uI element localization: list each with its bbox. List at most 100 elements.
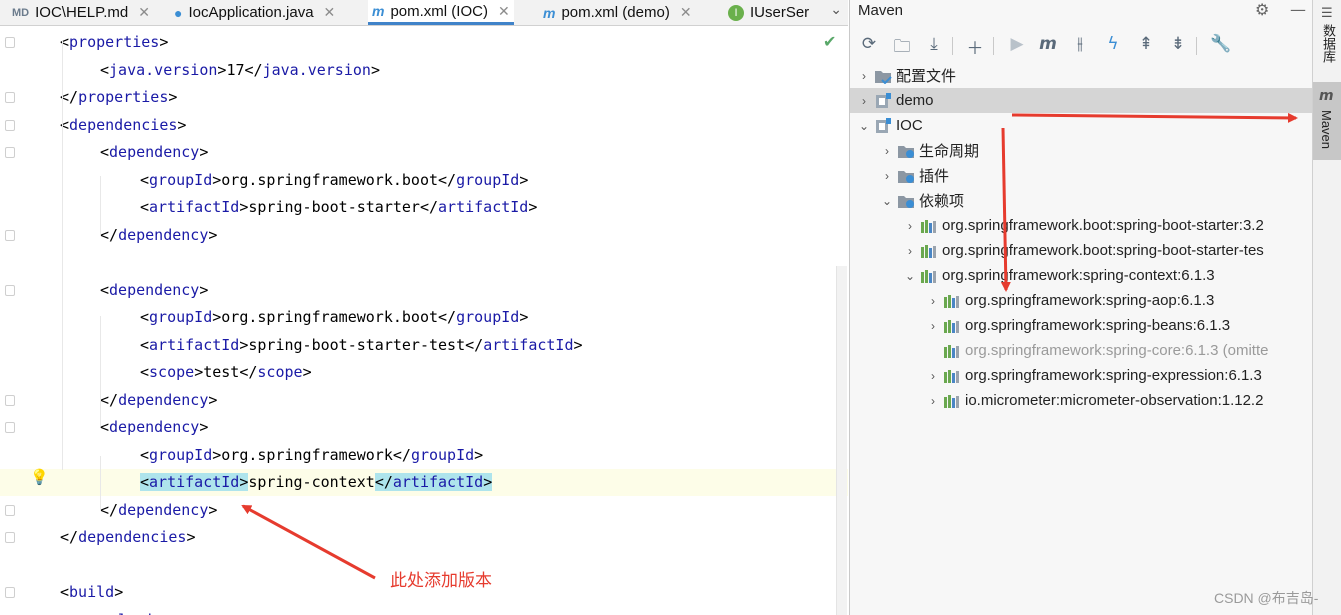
chevron-right-icon[interactable]: › [879,144,895,158]
close-icon[interactable]: ✕ [680,4,692,21]
chevron-right-icon[interactable]: › [856,94,872,108]
maven-tool-window: Maven ⚙ — ⟳ 🗀 ⤓ ＋ ▶ m ⫲ ϟ ⇞ ⇟ 🔧 › 配置文件 › de… [849,0,1313,615]
code-line[interactable]: <artifactId>spring-boot-starter-test</ar… [0,332,848,359]
chevron-down-icon[interactable]: ⌄ [856,119,872,133]
editor-tab-bar: MD IOC\HELP.md ✕ ● IocApplication.java ✕… [0,0,848,26]
tree-node[interactable]: › org.springframework:spring-aop:6.1.3 [850,288,1313,313]
code-line[interactable]: </dependencies> [0,524,848,551]
code-line[interactable]: <dependency> [0,139,848,166]
tree-node[interactable]: › 插件 [850,163,1313,188]
library-icon [920,243,938,259]
tree-node[interactable]: › org.springframework.boot:spring-boot-st… [850,238,1313,263]
code-line[interactable]: <artifactId>spring-boot-starter</artifac… [0,194,848,221]
maven-goal-icon[interactable]: m [1037,34,1059,54]
gear-icon[interactable]: ⚙ [1255,0,1269,19]
opening-tag-name: groupId [149,170,213,189]
editor-scrollbar[interactable] [836,266,847,615]
code-line[interactable]: </dependency> [0,222,848,249]
reload-icon[interactable]: ⟳ [858,34,880,54]
wrench-icon[interactable]: 🔧 [1210,34,1232,54]
skip-tests-icon[interactable]: ⫲ [1069,34,1091,54]
maven-icon: m [372,3,385,19]
code-line[interactable]: <groupId>org.springframework.boot</group… [0,167,848,194]
code-line[interactable]: <properties> [0,29,848,56]
closing-tag-name: dependency [118,390,209,409]
code-line[interactable]: <artifactId>spring-context</artifactId> [0,469,848,496]
chevron-right-icon[interactable]: › [925,319,941,333]
closing-tag-name: groupId [456,170,520,189]
code-line[interactable]: </dependency> [0,497,848,524]
code-line[interactable]: <groupId>org.springframework.boot</group… [0,304,848,331]
code-line[interactable]: <dependency> [0,414,848,441]
code-editor[interactable]: <properties> <java.version>17</java.versi… [0,26,848,615]
close-icon[interactable]: ✕ [498,3,510,20]
code-line[interactable]: <scope>test</scope> [0,359,848,386]
folder-config-icon [874,68,892,84]
plus-icon[interactable]: ＋ [964,34,986,59]
maven-module-icon [874,92,892,109]
lightning-icon[interactable]: ϟ [1102,34,1124,54]
opening-tag-name: artifactId [149,473,240,491]
code-line[interactable]: <java.version>17</java.version> [0,57,848,84]
code-line[interactable]: </dependency> [0,387,848,414]
lightbulb-icon[interactable]: 💡 [30,468,49,486]
code-line[interactable]: </properties> [0,84,848,111]
tab-iuserservice[interactable]: I IUserSer [728,0,809,25]
opening-tag-name: dependency [109,418,200,436]
tab-iocapplication[interactable]: ● IocApplication.java ✕ [174,0,335,25]
chevron-right-icon[interactable]: › [902,244,918,258]
tree-node[interactable]: ⌄ org.springframework:spring-context:6.1.… [850,263,1313,288]
tree-node[interactable]: ⌄ IOC [850,113,1313,138]
add-folder-icon[interactable]: 🗀 [891,34,913,63]
chevron-right-icon[interactable]: › [856,69,872,83]
collapse-all-icon[interactable]: ⇟ [1167,34,1189,54]
code-line[interactable]: <dependencies> [0,112,848,139]
code-line[interactable] [0,249,848,276]
tree-node-label: IOC [896,117,923,134]
tree-node[interactable]: › demo [850,88,1313,113]
tree-node[interactable]: › org.springframework.boot:spring-boot-st… [850,213,1313,238]
chevron-down-icon[interactable]: ⌄ [830,2,842,18]
tree-node[interactable]: › org.springframework:spring-beans:6.1.3 [850,313,1313,338]
minimize-icon[interactable]: — [1290,0,1306,19]
code-line[interactable]: <plugins> [0,607,848,615]
tree-node[interactable]: ⌄ 依赖项 [850,188,1313,213]
opening-tag-name: properties [69,33,160,51]
chevron-down-icon[interactable]: ⌄ [879,194,895,208]
tree-node[interactable]: › org.springframework:spring-expression:6… [850,363,1313,388]
code-line[interactable]: <dependency> [0,277,848,304]
plugins-folder-icon [897,168,915,184]
chevron-right-icon[interactable]: › [925,369,941,383]
tab-help-md[interactable]: MD IOC\HELP.md ✕ [12,0,150,25]
tab-label: pom.xml (IOC) [390,2,488,20]
chevron-right-icon[interactable]: › [925,294,941,308]
tree-node-label: demo [896,92,934,109]
java-class-icon: ● [174,4,183,21]
tab-pom-ioc[interactable]: m pom.xml (IOC) ✕ [368,0,514,25]
tab-pom-demo[interactable]: m pom.xml (demo) ✕ [543,0,692,25]
opening-tag-name: build [69,583,115,601]
tag-text-value: org.springframework.boot [221,170,439,189]
expand-all-icon[interactable]: ⇞ [1135,34,1157,54]
close-icon[interactable]: ✕ [138,4,150,21]
maven-module-icon [874,117,892,134]
chevron-right-icon[interactable]: › [902,219,918,233]
opening-tag-name: java.version [109,60,218,79]
download-icon[interactable]: ⤓ [923,34,945,54]
code-line[interactable]: <groupId>org.springframework</groupId> [0,442,848,469]
database-tool-button[interactable]: ☰ 数据库 [1313,0,1341,70]
closing-tag-name: dependencies [78,528,187,546]
chevron-right-icon[interactable]: › [879,169,895,183]
tree-node[interactable]: org.springframework:spring-core:6.1.3 (o… [850,338,1313,363]
run-icon[interactable]: ▶ [1006,34,1028,54]
close-icon[interactable]: ✕ [324,4,336,21]
tree-node[interactable]: › io.micrometer:micrometer-observation:1.… [850,388,1313,413]
tab-label: IOC\HELP.md [35,4,129,21]
opening-tag-name: dependencies [69,115,178,134]
chevron-right-icon[interactable]: › [925,394,941,408]
library-icon [943,393,961,409]
tree-node[interactable]: › 配置文件 [850,63,1313,88]
tree-node[interactable]: › 生命周期 [850,138,1313,163]
chevron-down-icon[interactable]: ⌄ [902,269,918,283]
maven-tool-button[interactable]: m Maven [1313,82,1341,160]
